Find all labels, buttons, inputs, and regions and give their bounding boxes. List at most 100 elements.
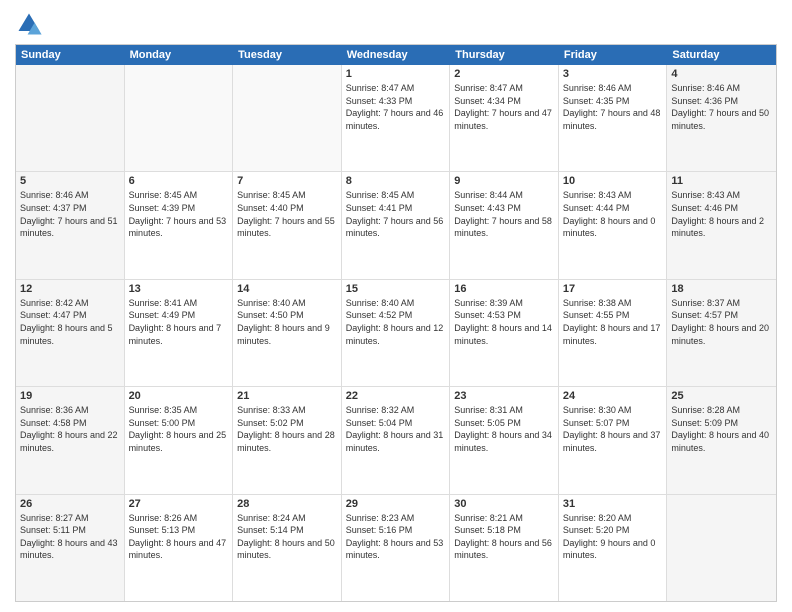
weekday-header-friday: Friday bbox=[559, 45, 668, 65]
day-number: 6 bbox=[129, 175, 229, 187]
calendar-week-3: 12Sunrise: 8:42 AM Sunset: 4:47 PM Dayli… bbox=[16, 280, 776, 387]
day-number: 5 bbox=[20, 175, 120, 187]
calendar-cell: 14Sunrise: 8:40 AM Sunset: 4:50 PM Dayli… bbox=[233, 280, 342, 386]
calendar-body: 1 Sunrise: 8:47 AM Sunset: 4:33 PM Daylig… bbox=[16, 65, 776, 601]
day-info: Sunrise: 8:41 AM Sunset: 4:49 PM Dayligh… bbox=[129, 297, 229, 347]
day-number: 1 bbox=[346, 68, 446, 80]
day-number: 24 bbox=[563, 390, 663, 402]
day-info: Sunrise: 8:24 AM Sunset: 5:14 PM Dayligh… bbox=[237, 512, 337, 562]
day-number: 26 bbox=[20, 498, 120, 510]
day-number: 30 bbox=[454, 498, 554, 510]
calendar-cell: 9 Sunrise: 8:44 AM Sunset: 4:43 PM Daylig… bbox=[450, 172, 559, 278]
day-info: Sunrise: 8:32 AM Sunset: 5:04 PM Dayligh… bbox=[346, 404, 446, 454]
calendar-cell: 26 Sunrise: 8:27 AM Sunset: 5:11 PM Dayli… bbox=[16, 495, 125, 601]
day-number: 11 bbox=[671, 175, 772, 187]
calendar-cell: 15 Sunrise: 8:40 AM Sunset: 4:52 PM Dayli… bbox=[342, 280, 451, 386]
day-number: 31 bbox=[563, 498, 663, 510]
day-info: Sunrise: 8:40 AM Sunset: 4:50 PM Dayligh… bbox=[237, 297, 337, 347]
calendar-cell: 2 Sunrise: 8:47 AM Sunset: 4:34 PM Daylig… bbox=[450, 65, 559, 171]
day-info: Sunrise: 8:46 AM Sunset: 4:35 PM Dayligh… bbox=[563, 82, 663, 132]
weekday-header-sunday: Sunday bbox=[16, 45, 125, 65]
day-info: Sunrise: 8:23 AM Sunset: 5:16 PM Dayligh… bbox=[346, 512, 446, 562]
calendar-cell bbox=[667, 495, 776, 601]
weekday-header-thursday: Thursday bbox=[450, 45, 559, 65]
calendar-cell: 12Sunrise: 8:42 AM Sunset: 4:47 PM Dayli… bbox=[16, 280, 125, 386]
calendar: SundayMondayTuesdayWednesdayThursdayFrid… bbox=[15, 44, 777, 602]
day-number: 28 bbox=[237, 498, 337, 510]
calendar-cell: 16Sunrise: 8:39 AM Sunset: 4:53 PM Dayli… bbox=[450, 280, 559, 386]
calendar-cell: 3 Sunrise: 8:46 AM Sunset: 4:35 PM Daylig… bbox=[559, 65, 668, 171]
calendar-cell: 17 Sunrise: 8:38 AM Sunset: 4:55 PM Dayli… bbox=[559, 280, 668, 386]
calendar-cell: 28 Sunrise: 8:24 AM Sunset: 5:14 PM Dayli… bbox=[233, 495, 342, 601]
day-info: Sunrise: 8:45 AM Sunset: 4:39 PM Dayligh… bbox=[129, 189, 229, 239]
calendar-cell: 4 Sunrise: 8:46 AM Sunset: 4:36 PM Daylig… bbox=[667, 65, 776, 171]
calendar-week-1: 1 Sunrise: 8:47 AM Sunset: 4:33 PM Daylig… bbox=[16, 65, 776, 172]
calendar-cell: 10 Sunrise: 8:43 AM Sunset: 4:44 PM Dayli… bbox=[559, 172, 668, 278]
calendar-cell: 1 Sunrise: 8:47 AM Sunset: 4:33 PM Daylig… bbox=[342, 65, 451, 171]
day-info: Sunrise: 8:46 AM Sunset: 4:37 PM Dayligh… bbox=[20, 189, 120, 239]
day-info: Sunrise: 8:40 AM Sunset: 4:52 PM Dayligh… bbox=[346, 297, 446, 347]
page-header bbox=[15, 10, 777, 38]
day-info: Sunrise: 8:43 AM Sunset: 4:44 PM Dayligh… bbox=[563, 189, 663, 239]
logo bbox=[15, 10, 47, 38]
day-number: 9 bbox=[454, 175, 554, 187]
calendar-cell: 6 Sunrise: 8:45 AM Sunset: 4:39 PM Daylig… bbox=[125, 172, 234, 278]
calendar-cell: 29 Sunrise: 8:23 AM Sunset: 5:16 PM Dayli… bbox=[342, 495, 451, 601]
logo-icon bbox=[15, 10, 43, 38]
day-info: Sunrise: 8:42 AM Sunset: 4:47 PM Dayligh… bbox=[20, 297, 120, 347]
day-number: 10 bbox=[563, 175, 663, 187]
calendar-week-4: 19Sunrise: 8:36 AM Sunset: 4:58 PM Dayli… bbox=[16, 387, 776, 494]
calendar-cell: 27 Sunrise: 8:26 AM Sunset: 5:13 PM Dayli… bbox=[125, 495, 234, 601]
day-number: 21 bbox=[237, 390, 337, 402]
day-number: 4 bbox=[671, 68, 772, 80]
day-number: 23 bbox=[454, 390, 554, 402]
calendar-week-2: 5 Sunrise: 8:46 AM Sunset: 4:37 PM Daylig… bbox=[16, 172, 776, 279]
calendar-cell: 22Sunrise: 8:32 AM Sunset: 5:04 PM Dayli… bbox=[342, 387, 451, 493]
day-info: Sunrise: 8:45 AM Sunset: 4:41 PM Dayligh… bbox=[346, 189, 446, 239]
day-number: 7 bbox=[237, 175, 337, 187]
day-info: Sunrise: 8:33 AM Sunset: 5:02 PM Dayligh… bbox=[237, 404, 337, 454]
day-info: Sunrise: 8:20 AM Sunset: 5:20 PM Dayligh… bbox=[563, 512, 663, 562]
day-number: 29 bbox=[346, 498, 446, 510]
calendar-cell: 31 Sunrise: 8:20 AM Sunset: 5:20 PM Dayli… bbox=[559, 495, 668, 601]
calendar-week-5: 26 Sunrise: 8:27 AM Sunset: 5:11 PM Dayli… bbox=[16, 495, 776, 601]
day-info: Sunrise: 8:46 AM Sunset: 4:36 PM Dayligh… bbox=[671, 82, 772, 132]
calendar-cell: 7 Sunrise: 8:45 AM Sunset: 4:40 PM Daylig… bbox=[233, 172, 342, 278]
calendar-cell: 21 Sunrise: 8:33 AM Sunset: 5:02 PM Dayli… bbox=[233, 387, 342, 493]
day-info: Sunrise: 8:26 AM Sunset: 5:13 PM Dayligh… bbox=[129, 512, 229, 562]
calendar-cell: 8 Sunrise: 8:45 AM Sunset: 4:41 PM Daylig… bbox=[342, 172, 451, 278]
day-number: 15 bbox=[346, 283, 446, 295]
day-info: Sunrise: 8:28 AM Sunset: 5:09 PM Dayligh… bbox=[671, 404, 772, 454]
day-number: 18 bbox=[671, 283, 772, 295]
day-number: 25 bbox=[671, 390, 772, 402]
day-info: Sunrise: 8:38 AM Sunset: 4:55 PM Dayligh… bbox=[563, 297, 663, 347]
calendar-cell bbox=[16, 65, 125, 171]
day-info: Sunrise: 8:43 AM Sunset: 4:46 PM Dayligh… bbox=[671, 189, 772, 239]
day-info: Sunrise: 8:27 AM Sunset: 5:11 PM Dayligh… bbox=[20, 512, 120, 562]
day-number: 3 bbox=[563, 68, 663, 80]
day-info: Sunrise: 8:36 AM Sunset: 4:58 PM Dayligh… bbox=[20, 404, 120, 454]
day-number: 17 bbox=[563, 283, 663, 295]
calendar-cell: 30 Sunrise: 8:21 AM Sunset: 5:18 PM Dayli… bbox=[450, 495, 559, 601]
day-number: 20 bbox=[129, 390, 229, 402]
day-info: Sunrise: 8:47 AM Sunset: 4:34 PM Dayligh… bbox=[454, 82, 554, 132]
calendar-cell: 19Sunrise: 8:36 AM Sunset: 4:58 PM Dayli… bbox=[16, 387, 125, 493]
day-info: Sunrise: 8:37 AM Sunset: 4:57 PM Dayligh… bbox=[671, 297, 772, 347]
day-number: 2 bbox=[454, 68, 554, 80]
calendar-cell bbox=[125, 65, 234, 171]
day-info: Sunrise: 8:35 AM Sunset: 5:00 PM Dayligh… bbox=[129, 404, 229, 454]
day-number: 16 bbox=[454, 283, 554, 295]
calendar-cell: 23Sunrise: 8:31 AM Sunset: 5:05 PM Dayli… bbox=[450, 387, 559, 493]
day-info: Sunrise: 8:44 AM Sunset: 4:43 PM Dayligh… bbox=[454, 189, 554, 239]
day-info: Sunrise: 8:21 AM Sunset: 5:18 PM Dayligh… bbox=[454, 512, 554, 562]
day-number: 27 bbox=[129, 498, 229, 510]
day-info: Sunrise: 8:47 AM Sunset: 4:33 PM Dayligh… bbox=[346, 82, 446, 132]
calendar-cell: 13Sunrise: 8:41 AM Sunset: 4:49 PM Dayli… bbox=[125, 280, 234, 386]
day-number: 8 bbox=[346, 175, 446, 187]
calendar-cell: 25 Sunrise: 8:28 AM Sunset: 5:09 PM Dayli… bbox=[667, 387, 776, 493]
day-info: Sunrise: 8:45 AM Sunset: 4:40 PM Dayligh… bbox=[237, 189, 337, 239]
day-info: Sunrise: 8:30 AM Sunset: 5:07 PM Dayligh… bbox=[563, 404, 663, 454]
weekday-header-saturday: Saturday bbox=[667, 45, 776, 65]
calendar-cell: 5 Sunrise: 8:46 AM Sunset: 4:37 PM Daylig… bbox=[16, 172, 125, 278]
weekday-header-monday: Monday bbox=[125, 45, 234, 65]
